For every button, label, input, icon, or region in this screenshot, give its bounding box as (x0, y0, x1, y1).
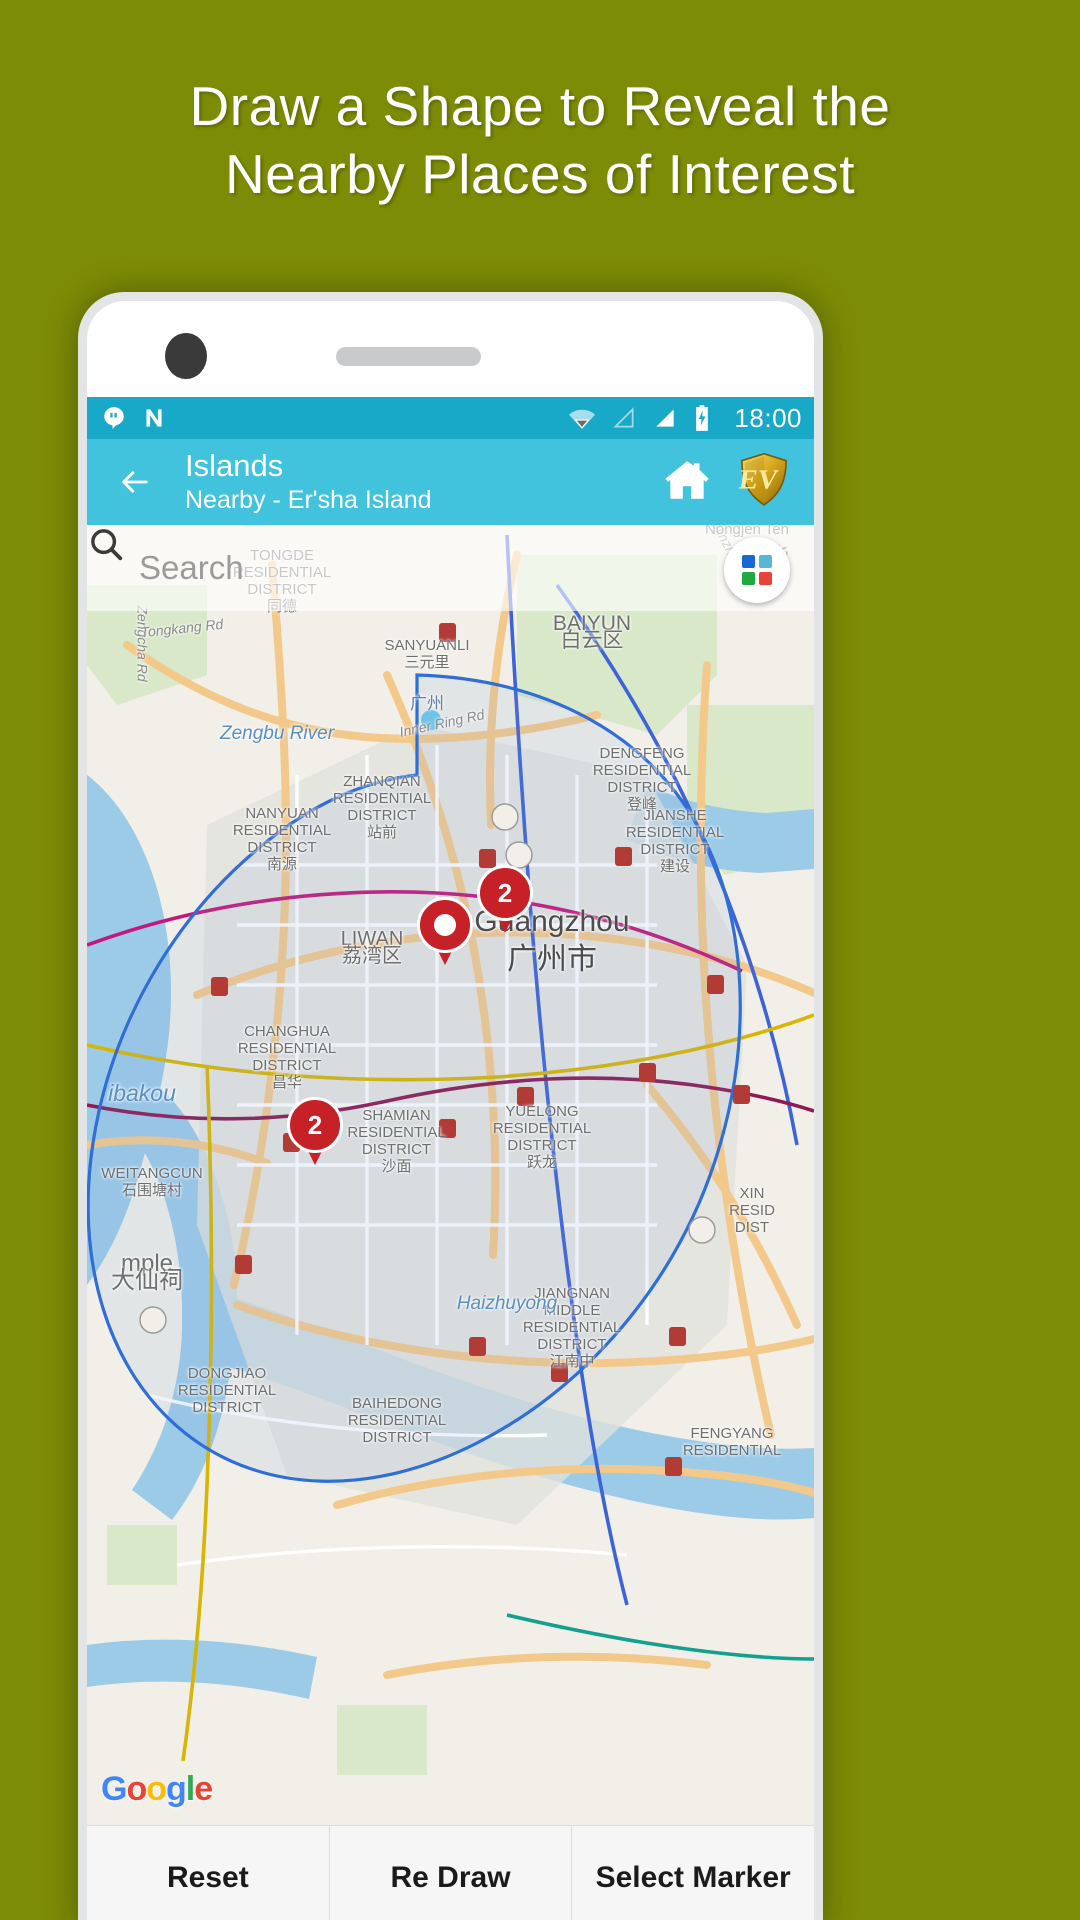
map-marker-cluster[interactable]: 2 (287, 1097, 343, 1165)
search-icon (91, 529, 123, 561)
grid-square-lightblue (759, 555, 772, 568)
marker-count: 2 (287, 1097, 343, 1153)
app-screen: 18:00 Islands Nearby - Er'sha Island EV … (87, 397, 814, 1920)
status-bar-system-icons: 18:00 (567, 403, 802, 434)
map-type-button[interactable] (724, 537, 790, 603)
nearby-n-icon (146, 409, 162, 427)
marker-pin (417, 897, 473, 953)
phone-screen-bezel: 18:00 Islands Nearby - Er'sha Island EV … (87, 301, 814, 1920)
phone-mockup: 18:00 Islands Nearby - Er'sha Island EV … (78, 292, 823, 1920)
search-input[interactable]: Search (139, 549, 244, 587)
front-camera-icon (165, 333, 207, 379)
bottom-action-bar: Reset Re Draw Select Marker (87, 1825, 814, 1920)
map-canvas[interactable]: TONGDERESIDENTIALDISTRICT同德 BAIYUN白云区 SA… (87, 525, 814, 1825)
battery-charging-icon (696, 405, 709, 431)
signal-empty-icon (613, 407, 634, 428)
home-icon (665, 460, 709, 499)
grid-square-blue (742, 555, 755, 568)
page-subtitle: Nearby - Er'sha Island (185, 486, 432, 514)
status-bar-notifications (101, 405, 167, 431)
map-marker-single[interactable] (417, 897, 473, 965)
ev-shield-icon: EV (737, 452, 787, 506)
ev-badge-text: EV (737, 464, 780, 495)
earpiece-speaker (336, 347, 481, 366)
toolbar-titles: Islands Nearby - Er'sha Island (163, 448, 660, 516)
grid-square-green (742, 572, 755, 585)
marker-pin-center (434, 914, 456, 936)
search-bar[interactable]: Search (87, 525, 814, 611)
home-button[interactable] (660, 455, 714, 510)
status-bar-clock: 18:00 (734, 402, 802, 433)
app-toolbar: Islands Nearby - Er'sha Island EV (87, 439, 814, 525)
ev-badge-button[interactable]: EV (736, 451, 792, 514)
arrow-left-icon (122, 471, 148, 493)
back-button[interactable] (107, 465, 163, 499)
select-marker-button[interactable]: Select Marker (572, 1826, 814, 1920)
signal-full-icon (656, 409, 675, 427)
marker-count: 2 (477, 865, 533, 921)
headline-line-1: Draw a Shape to Reveal the (189, 75, 891, 137)
headline-line-2: Nearby Places of Interest (224, 143, 855, 205)
map-type-grid-icon (742, 555, 772, 585)
status-bar: 18:00 (87, 397, 814, 439)
grid-square-red (759, 572, 772, 585)
map-marker-cluster[interactable]: 2 (477, 865, 533, 933)
wifi-icon (569, 409, 596, 429)
hangouts-icon (104, 407, 124, 429)
reset-button[interactable]: Reset (87, 1826, 330, 1920)
redraw-button[interactable]: Re Draw (329, 1826, 573, 1920)
toolbar-actions: EV (660, 451, 798, 514)
promo-headline: Draw a Shape to Reveal the Nearby Places… (0, 72, 1080, 208)
google-watermark: Google (101, 1770, 213, 1808)
page-title: Islands (185, 448, 284, 483)
map-graphics (87, 525, 814, 1825)
